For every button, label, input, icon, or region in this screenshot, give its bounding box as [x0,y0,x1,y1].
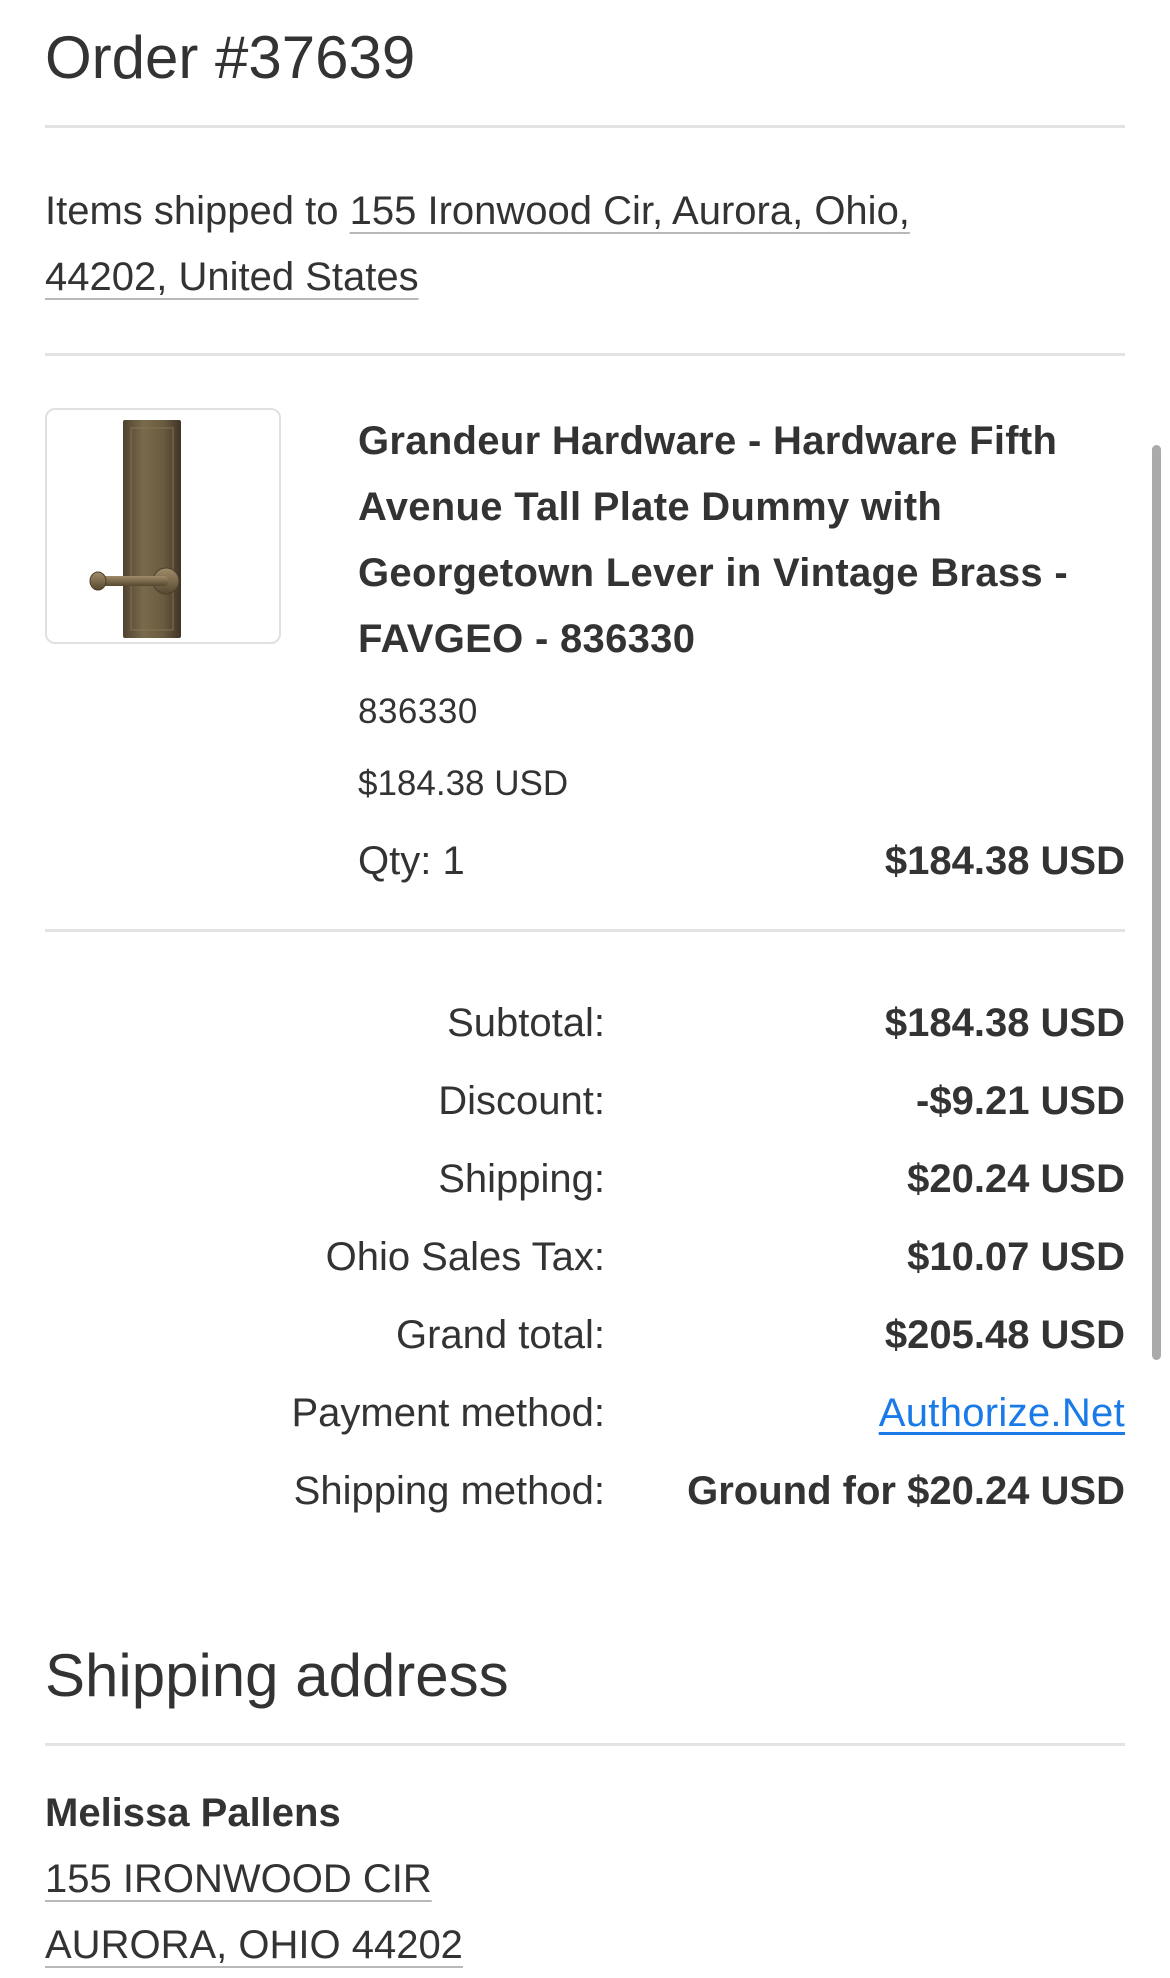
tax-label: Ohio Sales Tax: [325,1235,605,1279]
items-shipped-to: Items shipped to 155 Ironwood Cir, Auror… [45,178,1065,310]
divider [45,1743,1125,1746]
shipped-to-address-line2: 44202, United States [45,255,419,299]
divider [45,353,1125,356]
totals-row-grand-total: Grand total: $205.48 USD [45,1310,1125,1388]
payment-method-value: Authorize.Net [879,1388,1125,1438]
shipping-value: $20.24 USD [907,1157,1125,1201]
shipping-label: Shipping: [438,1157,605,1201]
grand-total-label: Grand total: [395,1313,605,1357]
door-lever-plate-image [89,420,181,638]
product-image[interactable] [45,408,281,644]
order-totals: Subtotal: $184.38 USD Discount: -$9.21 U… [45,998,1126,1544]
shipping-method-label: Shipping method: [293,1469,605,1513]
product-sku: 836330 [358,692,478,731]
shipped-to-prefix: Items shipped to [45,189,350,233]
vertical-scrollbar[interactable] [1152,445,1161,1360]
shipping-address-heading: Shipping address [45,1642,509,1709]
shipping-recipient-name: Melissa Pallens [45,1791,341,1835]
discount-label: Discount: [438,1079,605,1123]
order-title: Order #37639 [45,24,416,91]
totals-row-subtotal: Subtotal: $184.38 USD [45,998,1125,1076]
totals-row-tax: Ohio Sales Tax: $10.07 USD [45,1232,1125,1310]
totals-row-shipping: Shipping: $20.24 USD [45,1154,1125,1232]
payment-method-label: Payment method: [291,1391,606,1435]
shipped-to-address-line1: 155 Ironwood Cir, Aurora, Ohio, [349,189,910,233]
product-unit-price: $184.38 USD [358,764,569,803]
shipping-address-line2[interactable]: AURORA, OHIO 44202 [45,1920,463,1970]
shipping-address-line1[interactable]: 155 IRONWOOD CIR [45,1854,432,1904]
payment-method-link[interactable]: Authorize.Net [879,1391,1125,1435]
totals-row-shipping-method: Shipping method: Ground for $20.24 USD [45,1466,1125,1544]
subtotal-label: Subtotal: [447,1001,605,1045]
grand-total-value: $205.48 USD [884,1313,1125,1357]
product-quantity: Qty: 1 [358,839,465,883]
tax-value: $10.07 USD [907,1235,1125,1279]
totals-row-discount: Discount: -$9.21 USD [45,1076,1125,1154]
subtotal-value: $184.38 USD [884,1001,1125,1045]
discount-value: -$9.21 USD [916,1079,1125,1123]
product-line-total: $184.38 USD [884,839,1125,883]
product-name[interactable]: Grandeur Hardware - Hardware Fifth Avenu… [358,408,1118,672]
divider [45,125,1125,128]
divider [45,929,1125,932]
shipping-method-value: Ground for $20.24 USD [687,1469,1125,1513]
totals-row-payment-method: Payment method: Authorize.Net [45,1388,1125,1466]
